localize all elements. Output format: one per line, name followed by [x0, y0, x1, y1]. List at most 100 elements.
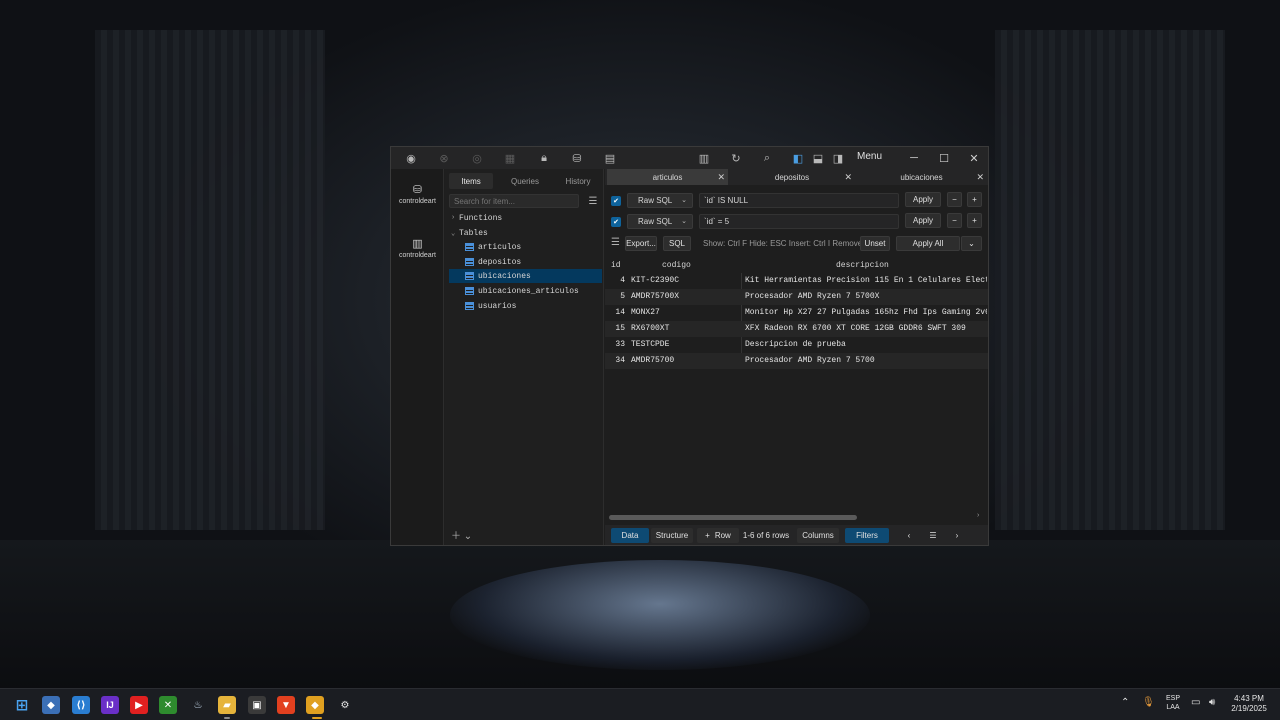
search-icon[interactable]: ⌕ [759, 150, 775, 166]
remove-filter-button[interactable]: − [947, 213, 962, 228]
table-row[interactable]: 14 MONX27 Monitor Hp X27 27 Pulgadas 165… [605, 305, 988, 321]
brave-browser-icon[interactable]: ▼ [277, 696, 295, 714]
store-icon[interactable]: ▣ [248, 696, 266, 714]
table-row[interactable]: 5 AMDR75700X Procesador AMD Ryzen 7 5700… [605, 289, 988, 305]
cell-id[interactable]: 4 [605, 276, 625, 285]
vscode-icon[interactable]: ⟨⟩ [72, 696, 90, 714]
cell-codigo[interactable]: RX6700XT [631, 324, 669, 333]
horizontal-scrollbar[interactable] [609, 515, 857, 520]
table-icon[interactable]: ▦ [502, 150, 518, 166]
steam-icon[interactable]: ♨ [189, 696, 207, 714]
add-filter-button[interactable]: + [967, 213, 982, 228]
app-icon[interactable]: ◆ [42, 696, 60, 714]
cell-codigo[interactable]: KIT-C2390C [631, 276, 679, 285]
filter-condition-input[interactable]: `id` IS NULL [699, 193, 899, 208]
settings-icon[interactable]: ⚙ [336, 696, 354, 714]
file-explorer-icon[interactable]: ▰ [218, 696, 236, 714]
column-header-codigo[interactable]: codigo [662, 261, 691, 270]
cell-descripcion[interactable]: Monitor Hp X27 27 Pulgadas 165hz Fhd Ips… [745, 308, 987, 317]
network-icon[interactable]: ▭ [1191, 697, 1200, 708]
close-icon[interactable]: ✕ [966, 150, 982, 166]
jetbrains-icon[interactable]: IJ [101, 696, 119, 714]
maximize-icon[interactable]: ☐ [936, 150, 952, 166]
table-row[interactable]: 33 TESTCPDE Descripcion de prueba [605, 337, 988, 353]
database-client-taskbar-icon[interactable]: ◆ [306, 696, 324, 714]
filter-checkbox[interactable]: ✔ [611, 217, 621, 227]
tree-table-item-selected[interactable]: ubicaciones [449, 269, 602, 283]
cell-descripcion[interactable]: Kit Herramientas Precision 115 En 1 Celu… [745, 276, 987, 285]
volume-icon[interactable]: 🔊︎ [1209, 697, 1215, 708]
structure-tab-button[interactable]: Structure [651, 528, 693, 543]
tree-functions[interactable]: › Functions [451, 211, 502, 225]
cell-codigo[interactable]: AMDR75700 [631, 356, 674, 365]
tab-close-icon[interactable]: ✕ [717, 172, 725, 183]
cell-descripcion[interactable]: XFX Radeon RX 6700 XT CORE 12GB GDDR6 SW… [745, 324, 987, 333]
export-button[interactable]: Export... [625, 236, 657, 251]
lock-icon[interactable]: 🔒︎ [536, 150, 552, 166]
filter-condition-input[interactable]: `id` = 5 [699, 214, 899, 229]
eye-icon[interactable]: ◎ [469, 150, 485, 166]
xbox-icon[interactable]: ✕ [159, 696, 177, 714]
youtube-icon[interactable]: ▶ [130, 696, 148, 714]
stop-icon[interactable]: ⊗ [436, 150, 452, 166]
tab-items[interactable]: Items [449, 173, 493, 189]
tab-close-icon[interactable]: ✕ [844, 172, 852, 183]
menu-button[interactable]: Menu [857, 151, 882, 162]
tab-close-icon[interactable]: ✕ [976, 172, 984, 183]
filter-mode-select[interactable]: Raw SQL ⌄ [627, 193, 693, 208]
connection-item[interactable]: ⛁ controldeart [393, 183, 442, 205]
tree-table-item[interactable]: depositos [463, 255, 602, 269]
input-language[interactable]: ESP LAA [1163, 694, 1183, 712]
apply-button[interactable]: Apply [905, 192, 941, 207]
scroll-right-icon[interactable]: › [977, 512, 979, 519]
cell-id[interactable]: 5 [605, 292, 625, 301]
connection-icon[interactable]: ◉ [403, 150, 419, 166]
tab-articulos[interactable]: articulos ✕ [607, 169, 728, 185]
sql-button[interactable]: SQL [663, 236, 691, 251]
cell-descripcion[interactable]: Procesador AMD Ryzen 7 5700 [745, 356, 987, 365]
table-row[interactable]: 34 AMDR75700 Procesador AMD Ryzen 7 5700 [605, 353, 988, 369]
tab-ubicaciones[interactable]: ubicaciones ✕ [856, 169, 987, 185]
refresh-icon[interactable]: ↻ [728, 150, 744, 166]
apply-all-button[interactable]: Apply All [896, 236, 960, 251]
console-icon[interactable]: ▤ [602, 150, 618, 166]
cell-id[interactable]: 14 [605, 308, 625, 317]
next-page-icon[interactable]: › [951, 528, 963, 543]
tree-table-item[interactable]: ubicaciones_articulos [463, 284, 602, 298]
cell-id[interactable]: 33 [605, 340, 625, 349]
microphone-icon[interactable]: 🎙︎ [1142, 697, 1155, 708]
search-input[interactable] [449, 194, 579, 208]
clock[interactable]: 4:43 PM 2/19/2025 [1226, 694, 1272, 714]
cell-codigo[interactable]: MONX27 [631, 308, 660, 317]
column-header-id[interactable]: id [611, 261, 621, 270]
tab-history[interactable]: History [555, 173, 601, 189]
database-icon[interactable]: ⛁ [569, 150, 585, 166]
table-row[interactable]: 4 KIT-C2390C Kit Herramientas Precision … [605, 273, 988, 289]
unset-button[interactable]: Unset [860, 236, 890, 251]
minimize-icon[interactable]: ─ [906, 150, 922, 166]
add-item-button[interactable]: ＋ ⌄ [451, 527, 472, 542]
previous-page-icon[interactable]: ‹ [903, 528, 915, 543]
apply-all-dropdown[interactable]: ⌄ [961, 236, 982, 251]
windows-start-icon[interactable]: ⊞ [13, 696, 31, 714]
remove-filter-button[interactable]: − [947, 192, 962, 207]
apply-button[interactable]: Apply [905, 213, 941, 228]
cell-descripcion[interactable]: Descripcion de prueba [745, 340, 987, 349]
filter-checkbox[interactable]: ✔ [611, 196, 621, 206]
column-header-descripcion[interactable]: descripcion [836, 261, 889, 270]
data-tab-button[interactable]: Data [611, 528, 649, 543]
tree-table-item[interactable]: usuarios [463, 299, 602, 313]
add-row-button[interactable]: + Row [697, 528, 739, 543]
toggle-right-panel-icon[interactable]: ◨ [830, 150, 846, 166]
list-icon[interactable]: ☰ [611, 237, 620, 248]
cell-id[interactable]: 15 [605, 324, 625, 333]
toggle-sidebar-icon[interactable]: ◧ [790, 150, 806, 166]
add-filter-button[interactable]: + [967, 192, 982, 207]
table-row[interactable]: 15 RX6700XT XFX Radeon RX 6700 XT CORE 1… [605, 321, 988, 337]
cell-id[interactable]: 34 [605, 356, 625, 365]
cell-descripcion[interactable]: Procesador AMD Ryzen 7 5700X [745, 292, 987, 301]
toggle-bottom-panel-icon[interactable]: ⬓ [810, 150, 826, 166]
columns-button[interactable]: Columns [797, 528, 839, 543]
tab-depositos[interactable]: depositos ✕ [729, 169, 855, 185]
tree-table-item[interactable]: articulos [463, 240, 602, 254]
